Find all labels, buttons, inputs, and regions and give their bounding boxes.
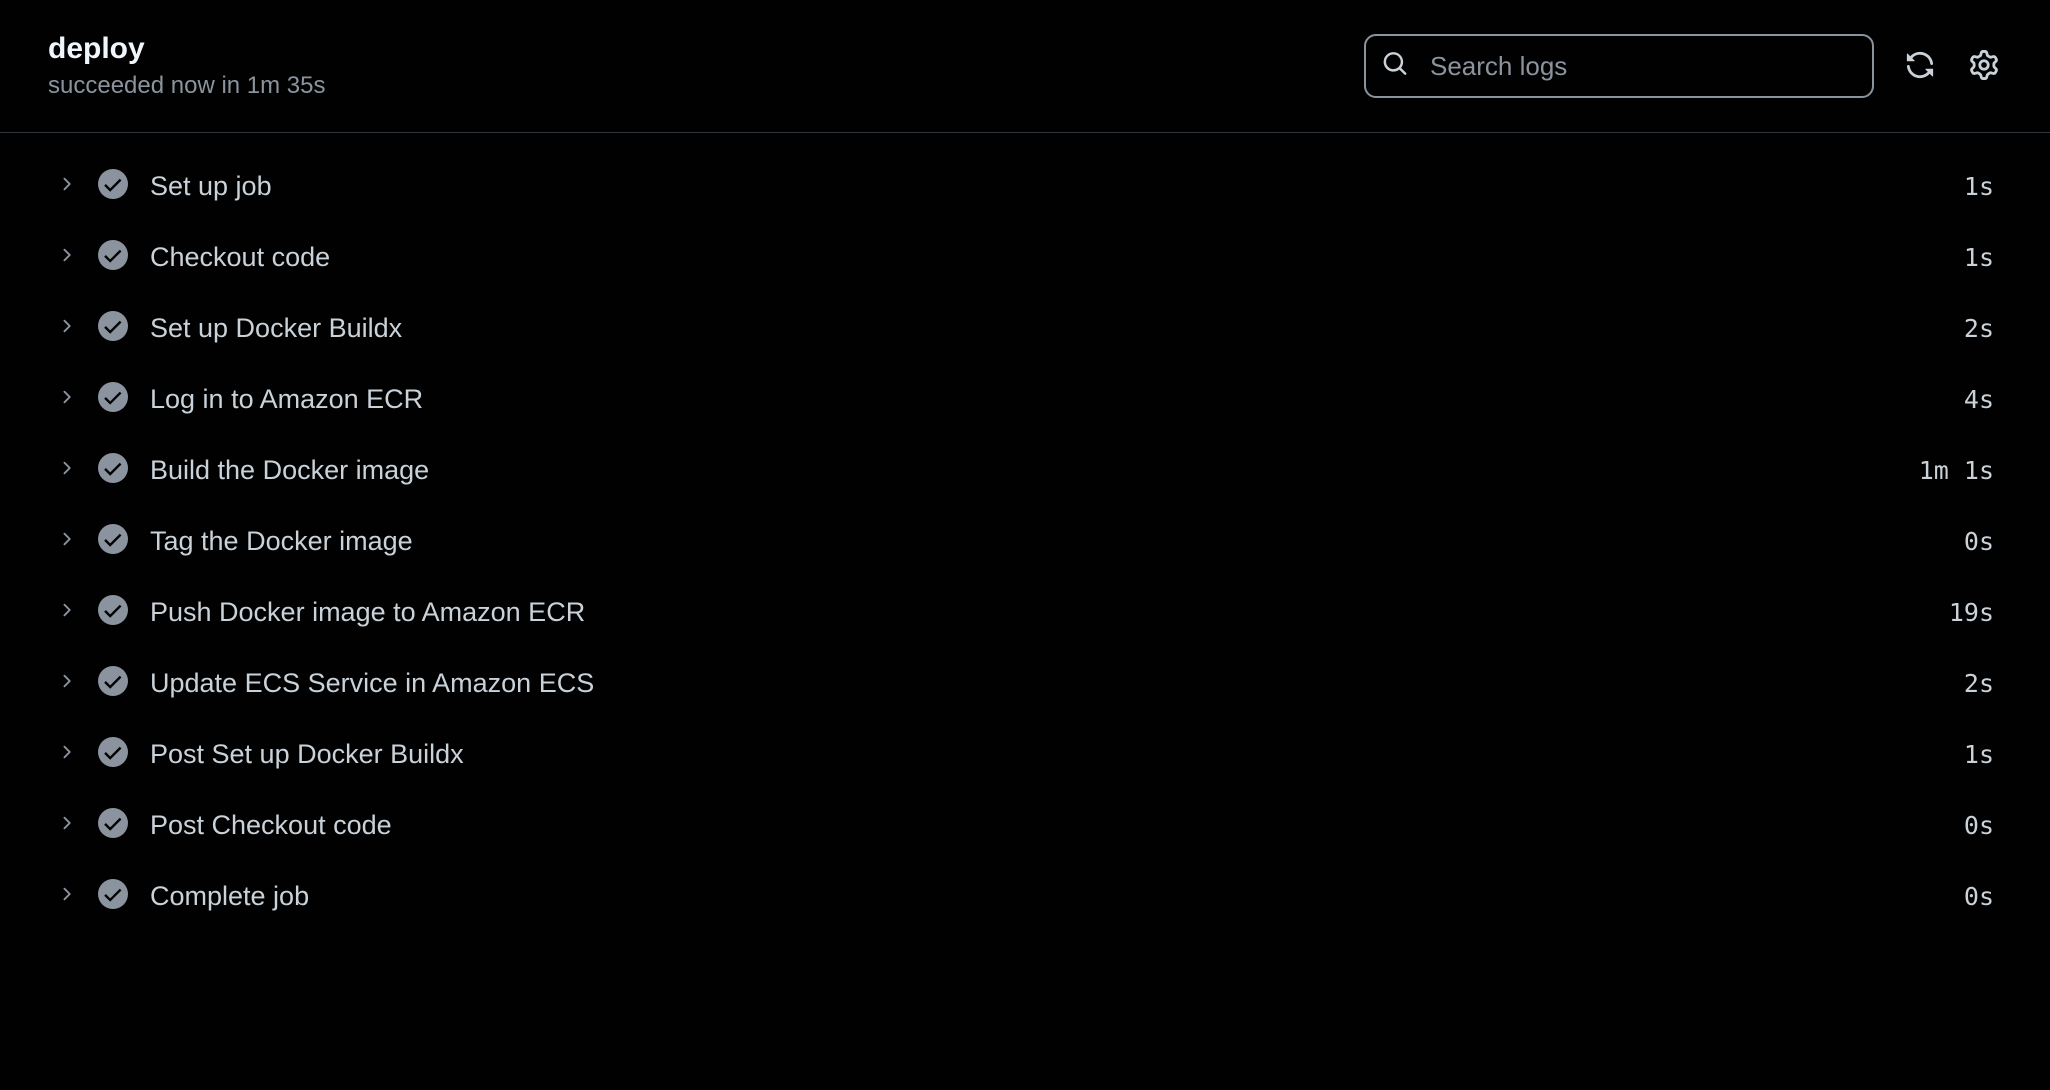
step-name: Set up Docker Buildx — [150, 313, 1942, 344]
chevron-right-icon — [56, 245, 76, 270]
check-circle-icon — [98, 382, 128, 417]
check-circle-icon — [98, 311, 128, 346]
step-row[interactable]: Set up Docker Buildx 2s — [48, 293, 2002, 364]
header-right — [1364, 34, 2002, 98]
search-input[interactable] — [1364, 34, 1874, 98]
job-status: succeeded now in 1m 35s — [48, 72, 326, 100]
step-name: Set up job — [150, 171, 1942, 202]
chevron-right-icon — [56, 387, 76, 412]
header: deploy succeeded now in 1m 35s — [0, 0, 2050, 133]
step-row[interactable]: Push Docker image to Amazon ECR 19s — [48, 577, 2002, 648]
chevron-right-icon — [56, 671, 76, 696]
step-row[interactable]: Post Checkout code 0s — [48, 790, 2002, 861]
settings-button[interactable] — [1966, 48, 2002, 84]
check-circle-icon — [98, 879, 128, 914]
chevron-right-icon — [56, 316, 76, 341]
search-wrap — [1364, 34, 1874, 98]
step-name: Post Checkout code — [150, 810, 1942, 841]
step-row[interactable]: Update ECS Service in Amazon ECS 2s — [48, 648, 2002, 719]
chevron-right-icon — [56, 813, 76, 838]
refresh-button[interactable] — [1902, 48, 1938, 84]
chevron-right-icon — [56, 742, 76, 767]
check-circle-icon — [98, 169, 128, 204]
step-duration: 1s — [1964, 740, 1994, 769]
step-row[interactable]: Build the Docker image 1m 1s — [48, 435, 2002, 506]
check-circle-icon — [98, 808, 128, 843]
step-row[interactable]: Post Set up Docker Buildx 1s — [48, 719, 2002, 790]
step-duration: 0s — [1964, 882, 1994, 911]
step-name: Update ECS Service in Amazon ECS — [150, 668, 1942, 699]
step-duration: 2s — [1964, 669, 1994, 698]
step-duration: 19s — [1949, 598, 1994, 627]
chevron-right-icon — [56, 600, 76, 625]
check-circle-icon — [98, 524, 128, 559]
job-title: deploy — [48, 32, 326, 66]
check-circle-icon — [98, 453, 128, 488]
step-duration: 0s — [1964, 811, 1994, 840]
step-name: Post Set up Docker Buildx — [150, 739, 1942, 770]
step-duration: 1s — [1964, 243, 1994, 272]
step-duration: 0s — [1964, 527, 1994, 556]
step-row[interactable]: Tag the Docker image 0s — [48, 506, 2002, 577]
steps-list: Set up job 1s Checkout code 1s Set up Docker… — [0, 133, 2050, 950]
header-left: deploy succeeded now in 1m 35s — [48, 32, 326, 100]
check-circle-icon — [98, 666, 128, 701]
step-duration: 1s — [1964, 172, 1994, 201]
step-name: Log in to Amazon ECR — [150, 384, 1942, 415]
step-row[interactable]: Log in to Amazon ECR 4s — [48, 364, 2002, 435]
chevron-right-icon — [56, 458, 76, 483]
chevron-right-icon — [56, 529, 76, 554]
step-duration: 4s — [1964, 385, 1994, 414]
step-name: Tag the Docker image — [150, 526, 1942, 557]
step-row[interactable]: Set up job 1s — [48, 151, 2002, 222]
check-circle-icon — [98, 240, 128, 275]
step-duration: 2s — [1964, 314, 1994, 343]
chevron-right-icon — [56, 174, 76, 199]
check-circle-icon — [98, 595, 128, 630]
refresh-icon — [1905, 50, 1935, 83]
step-name: Build the Docker image — [150, 455, 1897, 486]
step-row[interactable]: Checkout code 1s — [48, 222, 2002, 293]
step-name: Push Docker image to Amazon ECR — [150, 597, 1927, 628]
step-duration: 1m 1s — [1919, 456, 1994, 485]
step-name: Checkout code — [150, 242, 1942, 273]
gear-icon — [1969, 50, 1999, 83]
step-row[interactable]: Complete job 0s — [48, 861, 2002, 932]
check-circle-icon — [98, 737, 128, 772]
chevron-right-icon — [56, 884, 76, 909]
step-name: Complete job — [150, 881, 1942, 912]
